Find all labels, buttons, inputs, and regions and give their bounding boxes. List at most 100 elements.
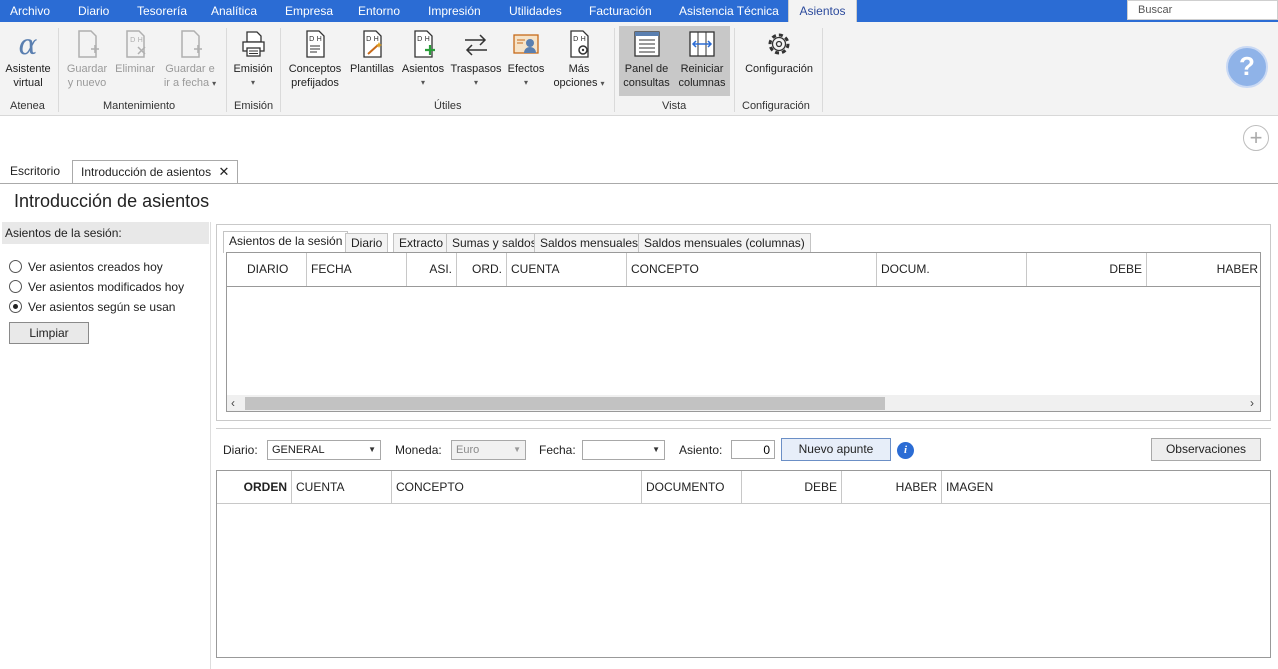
asientos-button[interactable]: D H Asientos ▾ bbox=[400, 28, 446, 90]
session-panel: Asientos de la sesión: Ver asientos crea… bbox=[0, 222, 211, 669]
menu-utilidades[interactable]: Utilidades bbox=[509, 0, 562, 22]
panel-window-icon bbox=[633, 31, 660, 57]
col-haber[interactable]: HABER bbox=[1147, 253, 1260, 286]
guardar-ir-fecha-button[interactable]: Guardar e ir a fecha ▾ bbox=[162, 28, 218, 91]
emision-button[interactable]: Emisión ▾ bbox=[231, 28, 275, 90]
diario-select[interactable]: GENERAL ▼ bbox=[267, 440, 381, 460]
conceptos-prefijados-button[interactable]: D H Conceptos prefijados bbox=[286, 28, 344, 90]
tab-saldos-mensuales-columnas[interactable]: Saldos mensuales (columnas) bbox=[638, 233, 811, 252]
eliminar-button[interactable]: D H Eliminar bbox=[113, 28, 157, 76]
reset-columns-icon bbox=[689, 31, 715, 57]
page-title: Introducción de asientos bbox=[14, 191, 210, 211]
menu-impresion[interactable]: Impresión bbox=[428, 0, 481, 22]
transfer-arrows-icon bbox=[465, 34, 487, 56]
menu-empresa[interactable]: Empresa bbox=[285, 0, 333, 22]
tab-introduccion-asientos[interactable]: Introducción de asientos ✕ bbox=[72, 160, 239, 184]
search-input[interactable] bbox=[1127, 0, 1278, 20]
configuracion-button[interactable]: Configuración bbox=[740, 28, 818, 76]
add-tab-icon[interactable]: + bbox=[1243, 125, 1269, 151]
scroll-left-icon[interactable]: ‹ bbox=[231, 395, 235, 411]
col-docum[interactable]: DOCUM. bbox=[877, 253, 1027, 286]
chevron-down-icon: ▾ bbox=[250, 78, 255, 87]
scrollbar-thumb[interactable] bbox=[245, 397, 885, 410]
radio-unchecked-icon[interactable] bbox=[9, 280, 22, 293]
svg-text:α: α bbox=[19, 28, 38, 60]
radio-creados-hoy[interactable]: Ver asientos creados hoy bbox=[9, 260, 163, 276]
limpiar-button[interactable]: Limpiar bbox=[9, 322, 89, 344]
tab-escritorio[interactable]: Escritorio bbox=[2, 160, 68, 184]
guardar-y-nuevo-button[interactable]: Guardar y nuevo bbox=[64, 28, 110, 90]
tab-divider bbox=[0, 183, 1278, 184]
col-cuenta[interactable]: CUENTA bbox=[507, 253, 627, 286]
horizontal-scrollbar[interactable]: ‹ › bbox=[227, 395, 1260, 411]
tab-diario[interactable]: Diario bbox=[345, 233, 389, 252]
group-label-utiles: Útiles bbox=[434, 100, 462, 112]
document-add-icon bbox=[181, 30, 202, 58]
session-header: Asientos de la sesión: bbox=[2, 222, 209, 244]
efectos-button[interactable]: Efectos ▾ bbox=[506, 28, 546, 90]
ribbon: α Asistente virtual Atenea Guardar y nue… bbox=[0, 22, 1278, 116]
chevron-down-icon: ▼ bbox=[652, 445, 660, 454]
chevron-down-icon: ▼ bbox=[368, 445, 376, 454]
col-debe[interactable]: DEBE bbox=[742, 471, 842, 503]
asiento-input[interactable] bbox=[731, 440, 775, 459]
col-diario[interactable]: DIARIO bbox=[227, 253, 307, 286]
group-separator bbox=[58, 28, 59, 112]
menu-facturacion[interactable]: Facturación bbox=[589, 0, 652, 22]
col-cuenta[interactable]: CUENTA bbox=[292, 471, 392, 503]
radio-unchecked-icon[interactable] bbox=[9, 260, 22, 273]
col-ord[interactable]: ORD. bbox=[457, 253, 507, 286]
svg-text:D H: D H bbox=[573, 35, 586, 43]
menu-tesoreria[interactable]: Tesorería bbox=[137, 0, 187, 22]
col-concepto[interactable]: CONCEPTO bbox=[627, 253, 877, 286]
col-haber[interactable]: HABER bbox=[842, 471, 942, 503]
tab-saldos-mensuales[interactable]: Saldos mensuales bbox=[534, 233, 645, 252]
col-documento[interactable]: DOCUMENTO bbox=[642, 471, 742, 503]
col-orden[interactable]: ORDEN bbox=[217, 471, 292, 503]
mas-opciones-button[interactable]: D H Más opciones ▾ bbox=[549, 28, 609, 91]
effects-card-icon bbox=[513, 34, 539, 54]
group-separator bbox=[280, 28, 281, 112]
group-label-atenea: Atenea bbox=[10, 100, 45, 112]
tab-sumas-saldos[interactable]: Sumas y saldos bbox=[446, 233, 543, 252]
menu-asistencia-tecnica[interactable]: Asistencia Técnica bbox=[679, 0, 779, 22]
col-fecha[interactable]: FECHA bbox=[307, 253, 407, 286]
document-concepts-icon: D H bbox=[306, 30, 325, 58]
info-icon[interactable]: i bbox=[897, 442, 914, 459]
entry-lines-grid[interactable]: ORDEN CUENTA CONCEPTO DOCUMENTO DEBE HAB… bbox=[216, 470, 1271, 658]
group-separator bbox=[614, 28, 615, 112]
group-label-vista: Vista bbox=[662, 100, 687, 112]
tab-asientos-sesion[interactable]: Asientos de la sesión bbox=[223, 231, 349, 253]
asistente-virtual-button[interactable]: α Asistente virtual bbox=[3, 28, 53, 90]
printer-icon bbox=[242, 31, 265, 57]
panel-consultas-button[interactable]: Panel de consultas bbox=[619, 26, 674, 96]
traspasos-button[interactable]: Traspasos ▾ bbox=[450, 28, 502, 90]
nuevo-apunte-button[interactable]: Nuevo apunte bbox=[781, 438, 891, 461]
fecha-select[interactable]: ▼ bbox=[582, 440, 665, 460]
observaciones-button[interactable]: Observaciones bbox=[1151, 438, 1261, 461]
radio-checked-icon[interactable] bbox=[9, 300, 22, 313]
session-entries-grid[interactable]: DIARIO FECHA ASI. ORD. CUENTA CONCEPTO D… bbox=[226, 252, 1261, 412]
group-separator bbox=[226, 28, 227, 112]
moneda-select[interactable]: Euro ▼ bbox=[451, 440, 526, 460]
moneda-label: Moneda: bbox=[395, 443, 442, 457]
plantillas-button[interactable]: D H Plantillas bbox=[348, 28, 396, 76]
chevron-down-icon: ▾ bbox=[420, 78, 425, 87]
menu-analitica[interactable]: Analítica bbox=[211, 0, 257, 22]
svg-text:D H: D H bbox=[309, 35, 322, 43]
col-concepto[interactable]: CONCEPTO bbox=[392, 471, 642, 503]
menu-asientos[interactable]: Asientos bbox=[788, 0, 857, 22]
col-asi[interactable]: ASI. bbox=[407, 253, 457, 286]
reiniciar-columnas-button[interactable]: Reiniciar columnas bbox=[674, 26, 730, 96]
close-icon[interactable]: ✕ bbox=[218, 164, 229, 179]
help-icon[interactable]: ? bbox=[1226, 46, 1268, 88]
radio-segun-se-usan[interactable]: Ver asientos según se usan bbox=[9, 300, 175, 316]
scroll-right-icon[interactable]: › bbox=[1250, 395, 1254, 411]
menu-archivo[interactable]: Archivo bbox=[10, 0, 50, 22]
menu-diario[interactable]: Diario bbox=[78, 0, 109, 22]
tab-extracto[interactable]: Extracto bbox=[393, 233, 450, 252]
col-imagen[interactable]: IMAGEN bbox=[942, 471, 1042, 503]
menu-entorno[interactable]: Entorno bbox=[358, 0, 400, 22]
radio-modificados-hoy[interactable]: Ver asientos modificados hoy bbox=[9, 280, 184, 296]
col-debe[interactable]: DEBE bbox=[1027, 253, 1147, 286]
